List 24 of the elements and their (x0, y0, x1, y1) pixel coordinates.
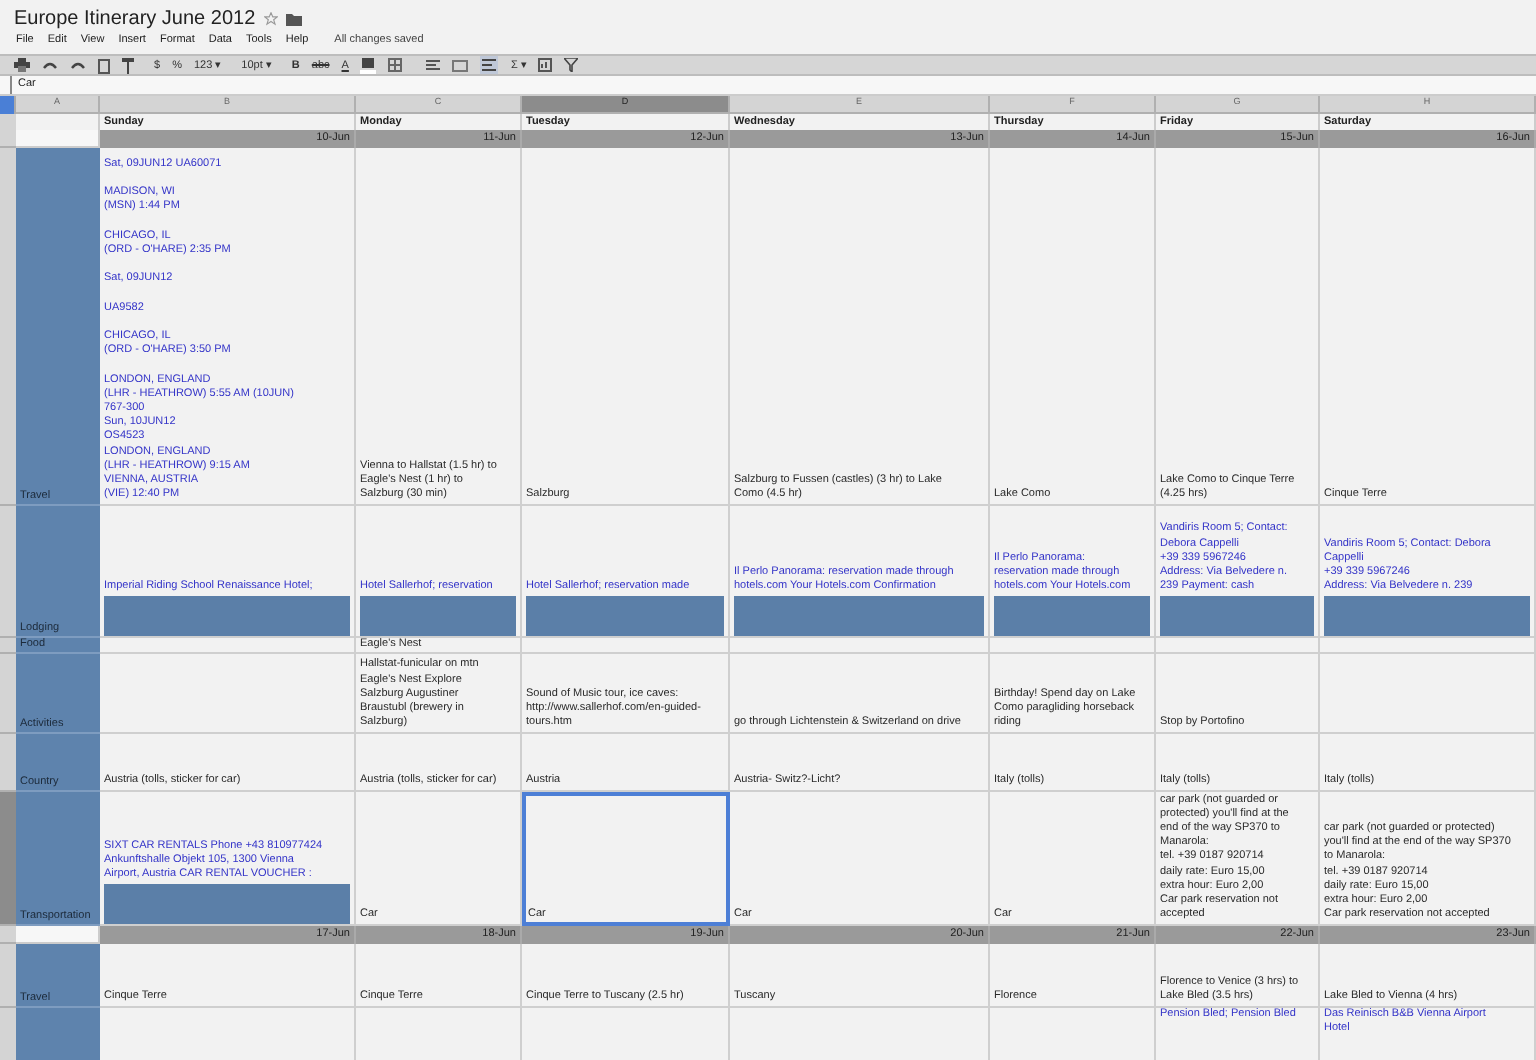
star-icon[interactable] (263, 12, 278, 26)
table-cell[interactable] (730, 1007, 990, 1060)
table-cell[interactable] (100, 1007, 356, 1060)
table-cell[interactable] (1320, 653, 1536, 733)
wrap-text-icon[interactable] (480, 56, 499, 75)
print-icon[interactable] (14, 58, 30, 73)
paint-roller-icon[interactable] (122, 57, 134, 74)
document-title[interactable]: Europe Itinerary June 2012 (14, 4, 256, 34)
folder-icon[interactable] (285, 13, 302, 25)
row-header[interactable] (0, 733, 16, 791)
table-cell[interactable] (100, 653, 356, 733)
borders-icon[interactable] (388, 58, 403, 73)
filter-icon[interactable] (564, 58, 579, 73)
table-cell[interactable] (990, 1007, 1156, 1060)
table-cell[interactable] (356, 1007, 522, 1060)
chart-icon[interactable] (538, 58, 553, 73)
merge-icon[interactable] (452, 59, 469, 72)
row-header[interactable] (0, 943, 16, 1007)
table-cell[interactable] (522, 1007, 730, 1060)
align-icon[interactable] (426, 59, 441, 72)
redo-icon[interactable] (70, 60, 86, 71)
undo-icon[interactable] (42, 60, 58, 71)
row-header[interactable] (0, 653, 16, 733)
fill-color-icon[interactable] (360, 57, 377, 74)
